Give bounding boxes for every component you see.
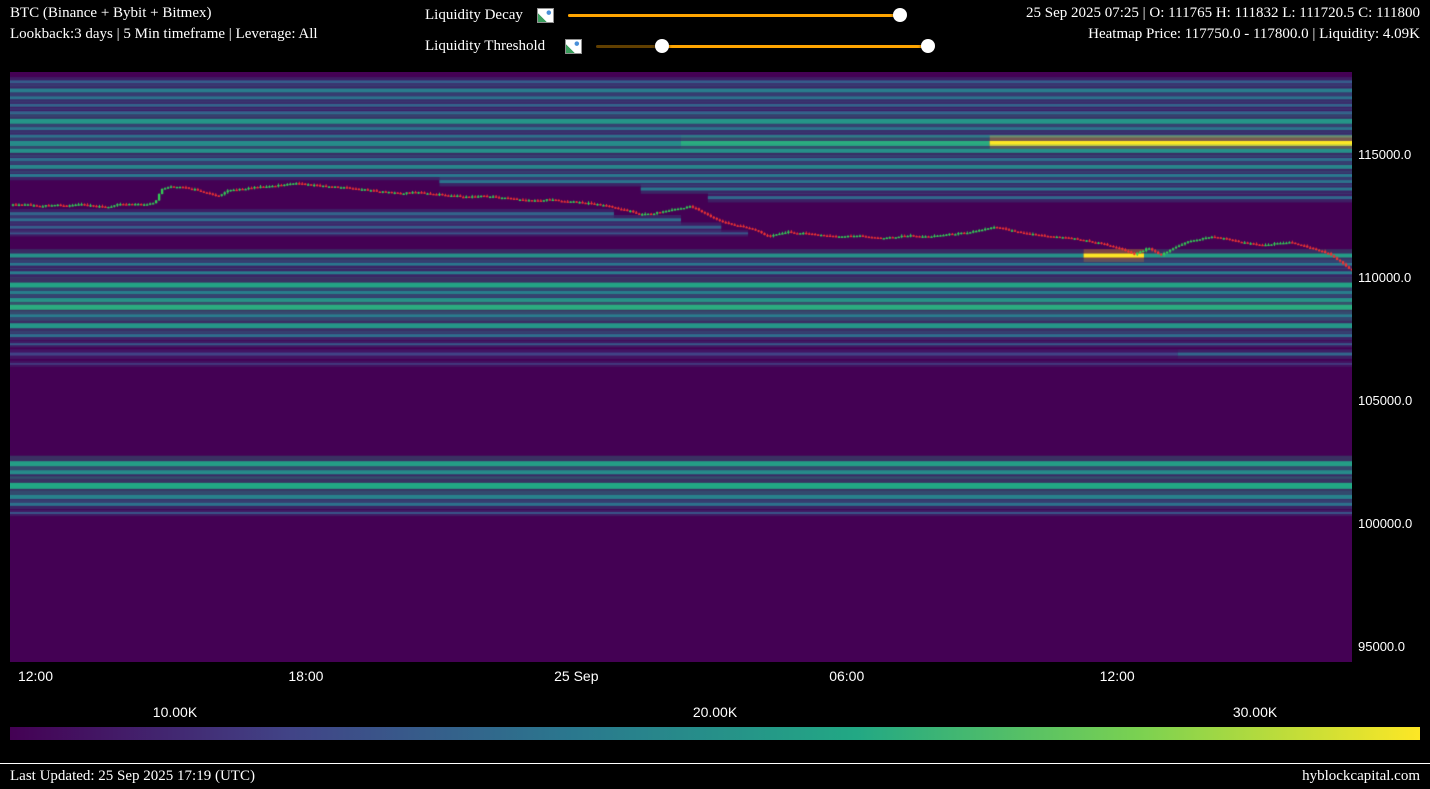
image-placeholder-icon xyxy=(537,8,554,23)
site-link[interactable]: hyblockcapital.com xyxy=(1302,768,1420,785)
image-placeholder-icon xyxy=(565,39,582,54)
y-axis-label: 110000.0 xyxy=(1358,270,1411,285)
header-left: BTC (Binance + Bybit + Bitmex) Lookback:… xyxy=(10,3,318,45)
ohlc-readout: 25 Sep 2025 07:25 | O: 111765 H: 111832 … xyxy=(1026,3,1420,24)
liquidity-decay-slider[interactable] xyxy=(568,7,900,23)
x-axis-label: 25 Sep xyxy=(554,668,598,684)
slider-fill xyxy=(568,14,900,17)
y-axis-label: 100000.0 xyxy=(1358,516,1412,531)
liquidity-threshold-slider[interactable] xyxy=(596,38,928,54)
liquidity-decay-label: Liquidity Decay xyxy=(425,7,525,24)
colorbar-area: 10.00K 20.00K 30.00K xyxy=(10,704,1420,740)
x-axis-label: 12:00 xyxy=(18,668,53,684)
liquidity-threshold-row: Liquidity Threshold xyxy=(425,33,928,59)
liquidity-decay-row: Liquidity Decay xyxy=(425,2,928,28)
colorbar-tick-label: 30.00K xyxy=(1233,704,1277,720)
colorbar-labels: 10.00K 20.00K 30.00K xyxy=(10,704,1420,721)
header-controls: Liquidity Decay Liquidity Threshold xyxy=(425,2,928,64)
colorbar xyxy=(10,727,1420,740)
slider-handle-low[interactable] xyxy=(655,39,669,53)
y-axis-label: 105000.0 xyxy=(1358,393,1412,408)
slider-handle-high[interactable] xyxy=(921,39,935,53)
bottom-bar: Last Updated: 25 Sep 2025 17:19 (UTC) hy… xyxy=(0,763,1430,789)
y-axis-label: 95000.0 xyxy=(1358,639,1405,654)
x-axis-label: 06:00 xyxy=(829,668,864,684)
colorbar-tick-label: 20.00K xyxy=(693,704,737,720)
y-axis-label: 115000.0 xyxy=(1358,147,1411,162)
chart-settings-summary: Lookback:3 days | 5 Min timeframe | Leve… xyxy=(10,24,318,45)
x-axis-label: 18:00 xyxy=(288,668,323,684)
slider-handle[interactable] xyxy=(893,8,907,22)
symbol-title: BTC (Binance + Bybit + Bitmex) xyxy=(10,3,318,24)
heatmap-chart[interactable]: 115000.0110000.0105000.0100000.095000.0 … xyxy=(0,72,1430,692)
x-axis-label: 12:00 xyxy=(1100,668,1135,684)
colorbar-tick-label: 10.00K xyxy=(153,704,197,720)
liquidity-threshold-label: Liquidity Threshold xyxy=(425,38,553,55)
heatmap-readout: Heatmap Price: 117750.0 - 117800.0 | Liq… xyxy=(1026,24,1420,45)
header-right: 25 Sep 2025 07:25 | O: 111765 H: 111832 … xyxy=(1026,3,1420,45)
last-updated: Last Updated: 25 Sep 2025 17:19 (UTC) xyxy=(10,768,255,785)
liquidation-heatmap-app: BTC (Binance + Bybit + Bitmex) Lookback:… xyxy=(0,0,1430,789)
heatmap-canvas[interactable] xyxy=(10,72,1352,662)
slider-fill xyxy=(662,45,928,48)
